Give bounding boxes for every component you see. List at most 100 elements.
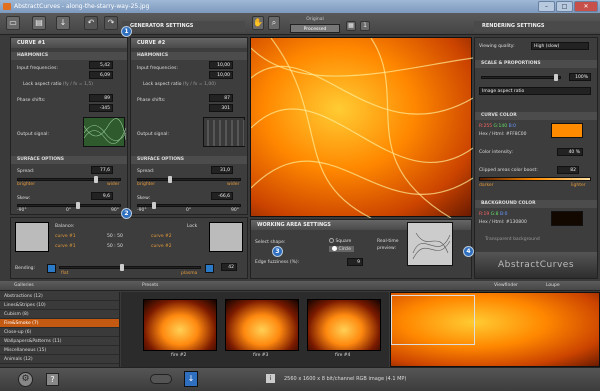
gallery-item-thumb[interactable] [225,299,299,351]
curve1-py-input[interactable]: -345 [89,104,113,112]
surface1-skew-slider[interactable] [17,202,121,209]
close-button[interactable]: ✕ [574,1,598,12]
lock-aspect-label: Lock aspect ratio [23,82,62,87]
curve1-freq-label: Input frequencies: [17,66,58,71]
surface1-spread-input[interactable]: 77,6 [91,166,113,174]
processed-image-canvas[interactable] [250,37,474,219]
category-item[interactable]: Lines&Stripes (10) [0,301,119,310]
curve1-lock-aspect[interactable]: Lock aspect ratio (fy / fx = 1,5) [23,82,93,87]
category-item[interactable]: Animals (12) [0,355,119,364]
curve2-fx-input[interactable]: 10,00 [209,61,233,69]
undo-icon[interactable]: ↶ [84,16,98,30]
tab-processed[interactable]: Processed [290,24,340,33]
new-icon[interactable]: ▭ [6,16,20,30]
shape-square-radio[interactable]: Square [329,238,351,244]
bending-label: Bending: [15,266,36,271]
bending-input[interactable]: 42 [221,263,237,271]
category-item[interactable]: Close-up (6) [0,328,119,337]
category-item[interactable]: Cubism (8) [0,310,119,319]
surface2-spread-slider[interactable] [137,176,241,183]
surface2-spread-input[interactable]: 31,0 [211,166,233,174]
bg-color-swatch[interactable] [551,211,583,226]
help-icon[interactable]: ? [46,373,59,386]
tab-loupe[interactable]: Loupe [546,283,560,288]
curve-g: G:140 [493,124,508,129]
curve1-preview [15,222,49,252]
open-icon[interactable]: ▤ [32,16,46,30]
actual-size-icon[interactable]: 1 [360,21,370,31]
surface2-skew-input[interactable]: -66,6 [211,192,233,200]
clipped-gradient-slider[interactable] [479,177,591,181]
curve2-lock-aspect[interactable]: Lock aspect ratio (fy / fx = 1,00) [143,82,216,87]
curve1-fy-input[interactable]: 6,09 [89,71,113,79]
curve2-px-input[interactable]: 87 [209,94,233,102]
tab-presets[interactable]: Presets [142,283,158,288]
category-item[interactable]: Fire&Smoke (7) [0,319,119,328]
toggle-switch[interactable] [150,374,172,384]
aspect-ratio-select[interactable]: Image aspect ratio [479,87,591,95]
curve2-py-input[interactable]: 301 [209,104,233,112]
category-item[interactable]: Wallpapers&Patterns (11) [0,337,119,346]
curve-r: R:255 [479,124,493,129]
gallery-item-thumb[interactable] [143,299,217,351]
scale-slider[interactable] [481,74,561,81]
curve1-fx-input[interactable]: 5,42 [89,61,113,69]
slider-thumb[interactable] [168,176,172,183]
curve-color-title: CURVE COLOR [475,112,597,120]
category-item[interactable]: Abstractions (12) [0,292,119,301]
clipped-input[interactable]: 82 [557,166,579,174]
curve2-fy-input[interactable]: 10,00 [209,71,233,79]
fit-icon[interactable]: ▦ [346,21,356,31]
transparent-bg-checkbox[interactable]: Transparent background [485,237,540,242]
viewfinder-frame[interactable] [391,295,475,345]
curve1-oscilloscope [83,117,127,147]
hand-icon[interactable]: ✋ [252,16,264,30]
surface1-spread-slider[interactable] [17,176,121,183]
flat-icon[interactable] [47,264,56,273]
bending-slider[interactable] [59,264,201,271]
shape-circle-radio[interactable]: Circle [329,246,355,252]
viewing-quality-select[interactable]: High (slow) [531,42,589,50]
logo-text: AbstractCurves [497,260,575,270]
surface1-wider: wider [107,182,120,187]
intensity-input[interactable]: 40 % [557,148,583,156]
tab-original[interactable]: Original [290,16,340,24]
redo-icon[interactable]: ↷ [104,16,118,30]
tab-viewfinder[interactable]: Viewfinder [494,283,518,288]
curve-color-swatch[interactable] [551,123,583,138]
balance-lock[interactable]: Lock [187,224,197,229]
save-icon[interactable]: ↓ [56,16,70,30]
callout-badge-4: 4 [463,246,474,257]
bg-g: G:8 [490,212,499,217]
curve1-px-input[interactable]: 89 [89,94,113,102]
gallery-item-label: fire #2 [171,353,187,358]
viewfinder-preview[interactable] [390,292,600,367]
main-toolbar: ▭ ▤ ↓ ↶ ↷ GENERATOR SETTINGS ✋ ⌕ Origina… [0,13,600,35]
minimize-button[interactable]: – [538,1,555,12]
slider-thumb[interactable] [554,74,558,81]
slider-thumb[interactable] [76,202,80,209]
category-item[interactable]: Miscellaneous (15) [0,346,119,355]
plasma-icon[interactable] [205,264,214,273]
edge-fuzziness-input[interactable]: 9 [347,258,363,266]
maximize-button[interactable]: □ [556,1,573,12]
gallery-item-label: fire #4 [335,353,351,358]
slider-thumb[interactable] [152,202,156,209]
tab-galleries[interactable]: Galleries [14,283,34,288]
status-bar: ⚙ ? ↓ i 2560 x 1600 x 8 bit/channel RGB … [0,367,600,391]
surface2-skew-slider[interactable] [137,202,241,209]
slider-thumb[interactable] [94,176,98,183]
surface1-skew-input[interactable]: 9,6 [91,192,113,200]
clipped-lighter: lighter [571,183,586,188]
slider-thumb[interactable] [120,264,124,271]
gallery-item-thumb[interactable] [307,299,381,351]
surface2-brighter: brighter [137,182,156,187]
lock-hint: (fy / fx = 1,00) [182,82,216,87]
scale-input[interactable]: 100% [569,73,591,81]
scale-proportions-title: SCALE & PROPORTIONS [475,60,597,68]
gear-icon[interactable]: ⚙ [18,372,33,387]
render-icon[interactable]: ↓ [184,371,198,387]
rendering-panel: Viewing quality: High (slow) SCALE & PRO… [474,37,598,279]
callout-badge-1: 1 [121,26,132,37]
zoom-icon[interactable]: ⌕ [268,16,280,30]
